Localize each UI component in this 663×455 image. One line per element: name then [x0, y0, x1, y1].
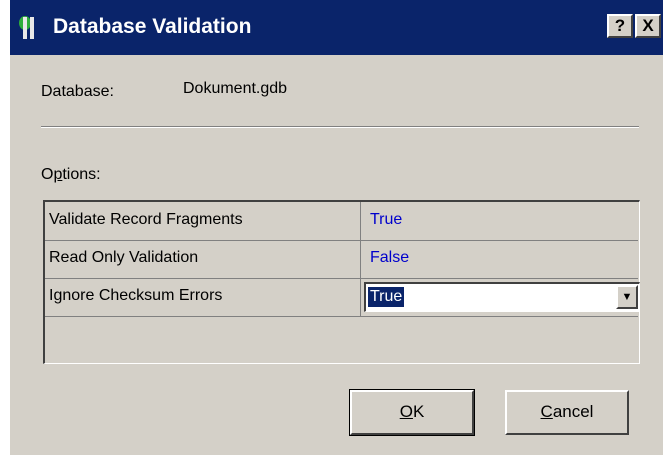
chevron-down-icon[interactable]: ▼	[616, 285, 638, 309]
column-divider	[360, 278, 361, 316]
database-validation-dialog: Database Validation ? X Database: Dokume…	[10, 0, 663, 455]
options-label: Options:	[41, 166, 101, 183]
option-name: Validate Record Fragments	[49, 211, 243, 228]
ok-button[interactable]: OK	[349, 389, 475, 436]
option-name: Read Only Validation	[49, 249, 199, 266]
option-value-dropdown[interactable]: True ▼	[364, 282, 640, 312]
cancel-button[interactable]: Cancel	[505, 390, 629, 435]
ok-label: O	[399, 402, 413, 421]
window-title: Database Validation	[53, 15, 252, 38]
separator	[41, 126, 639, 128]
close-button[interactable]: X	[635, 14, 661, 38]
options-row[interactable]: Validate Record Fragments True	[45, 202, 638, 241]
options-grid: Validate Record Fragments True Read Only…	[43, 200, 640, 364]
column-divider	[360, 240, 361, 278]
options-row[interactable]: Ignore Checksum Errors True ▼	[45, 278, 640, 317]
column-divider	[360, 202, 361, 240]
help-button[interactable]: ?	[607, 14, 633, 38]
app-icon	[18, 14, 38, 40]
options-row[interactable]: Read Only Validation False	[45, 240, 638, 279]
option-value[interactable]: False	[370, 249, 409, 267]
title-bar[interactable]: Database Validation ? X	[10, 0, 663, 55]
option-name: Ignore Checksum Errors	[49, 287, 223, 304]
dropdown-selected-value[interactable]: True	[368, 287, 405, 307]
database-value: Dokument.gdb	[183, 80, 288, 97]
option-value[interactable]: True	[370, 211, 402, 229]
database-label: Database:	[41, 83, 114, 100]
